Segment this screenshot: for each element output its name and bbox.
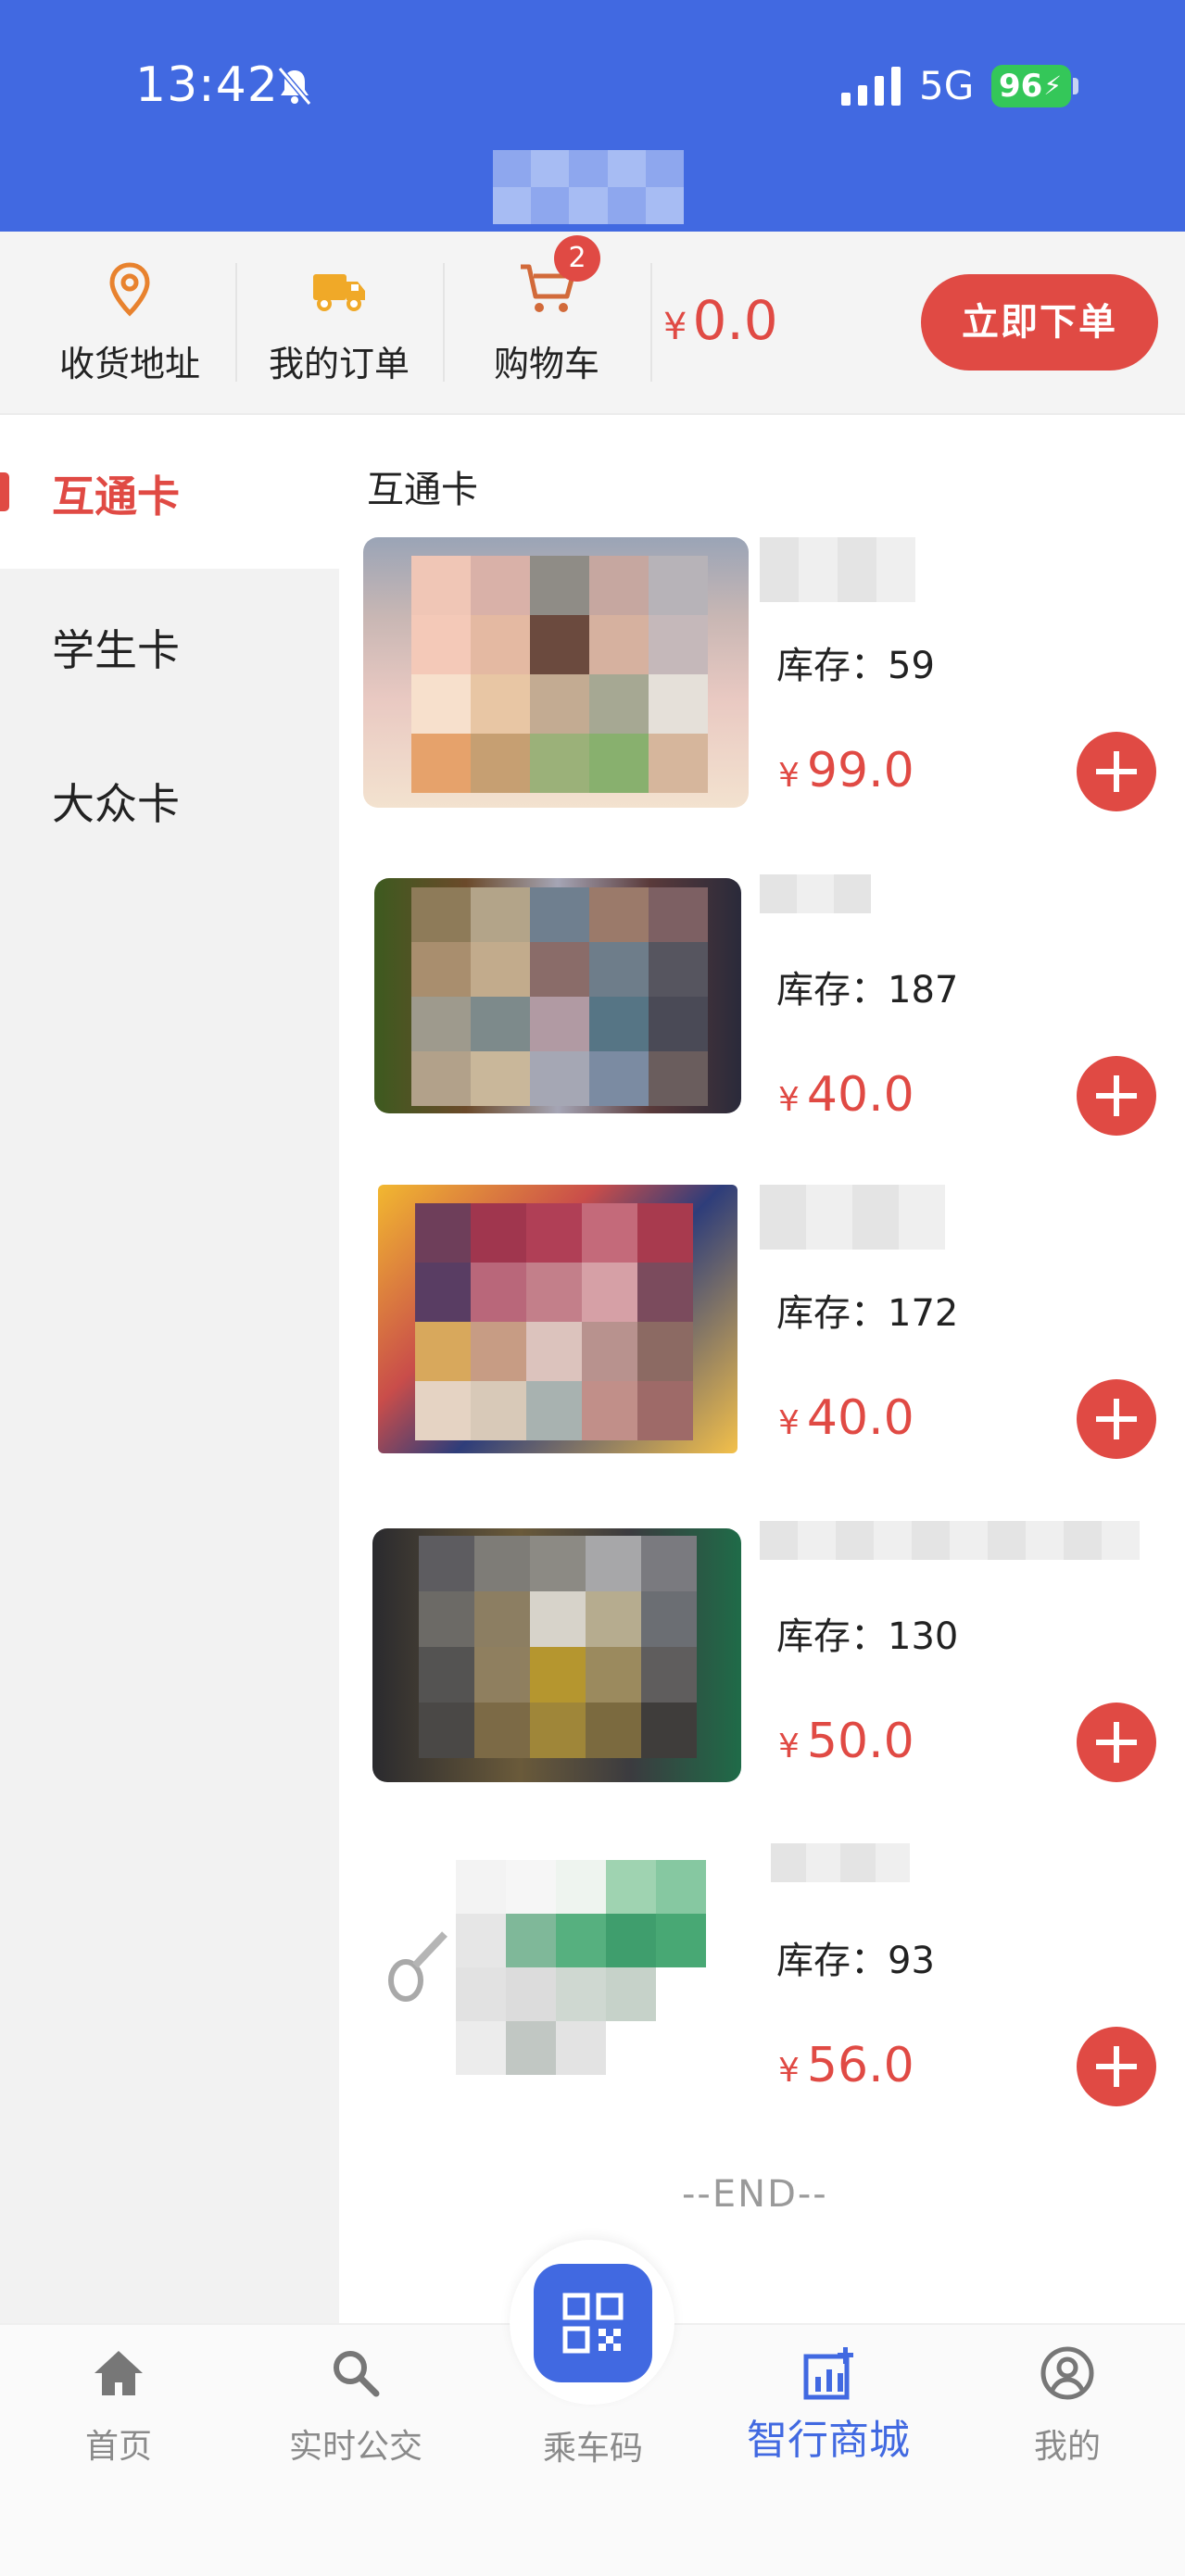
add-to-cart-button[interactable] — [1077, 1056, 1156, 1136]
product-name-blurred — [771, 1843, 910, 1882]
keychain-clasp-icon — [388, 1931, 448, 2002]
battery-level: 96 — [999, 68, 1043, 105]
product-image[interactable] — [372, 1528, 741, 1782]
orders-button[interactable]: 我的订单 — [246, 232, 432, 415]
address-label: 收货地址 — [58, 344, 200, 384]
product-stock: 库存：130 — [776, 1615, 959, 1658]
list-end-marker: --END-- — [682, 2173, 828, 2216]
orders-label: 我的订单 — [268, 344, 410, 384]
product-price: ¥50.0 — [778, 1714, 914, 1769]
bell-muted-icon — [277, 67, 312, 106]
page-title-blurred — [493, 150, 684, 224]
product-price: ¥99.0 — [778, 743, 914, 798]
product-name-blurred — [760, 1521, 1140, 1560]
network-type: 5G — [919, 63, 975, 108]
product-name-blurred — [760, 537, 915, 602]
product-price: ¥56.0 — [778, 2038, 914, 2093]
search-icon — [334, 2351, 380, 2397]
add-to-cart-button[interactable] — [1077, 732, 1156, 811]
section-title: 互通卡 — [367, 469, 478, 511]
nav-mall-label: 智行商城 — [747, 2417, 910, 2464]
product-image[interactable] — [378, 1185, 737, 1453]
active-indicator — [0, 472, 9, 511]
divider — [650, 263, 652, 382]
nav-home[interactable]: 首页 — [26, 2344, 211, 2468]
product-price: ¥40.0 — [778, 1067, 914, 1123]
ride-qr-button[interactable] — [534, 2264, 652, 2382]
mall-page: 13:42 5G 96 ⚡ 收货地址 我的订单 购物车 2 ¥ 0.0 立即下单… — [0, 0, 1185, 2576]
app-header: 13:42 5G 96 ⚡ — [0, 0, 1185, 232]
sidebar-item-hutong[interactable]: 互通卡 — [52, 463, 180, 524]
nav-me[interactable]: 我的 — [975, 2344, 1160, 2468]
sidebar-item-student[interactable]: 学生卡 — [52, 617, 180, 678]
nav-realtime-bus[interactable]: 实时公交 — [263, 2344, 448, 2468]
product-name-blurred — [760, 1185, 945, 1250]
product-image[interactable] — [363, 1832, 749, 2103]
cart-total: ¥0.0 — [663, 289, 778, 352]
divider — [443, 263, 445, 382]
product-price: ¥40.0 — [778, 1390, 914, 1446]
battery-indicator: 96 ⚡ — [991, 65, 1071, 107]
product-stock: 库存：187 — [776, 969, 959, 1012]
product-stock: 库存：172 — [776, 1292, 959, 1335]
charging-icon: ⚡ — [1043, 70, 1062, 101]
product-stock: 库存：59 — [776, 645, 935, 687]
add-to-cart-button[interactable] — [1077, 1379, 1156, 1459]
signal-icon — [841, 67, 901, 106]
battery-tip — [1073, 78, 1078, 94]
product-card: 库存：187 ¥40.0 — [363, 861, 1160, 1139]
nav-smart-mall[interactable]: 智行商城 — [736, 2344, 921, 2466]
nav-home-label: 首页 — [84, 2428, 152, 2466]
mall-chart-icon — [803, 2347, 853, 2400]
category-sidebar — [0, 415, 339, 2323]
place-order-button[interactable]: 立即下单 — [921, 274, 1158, 371]
qr-code-icon — [562, 2293, 624, 2354]
add-to-cart-button[interactable] — [1077, 1703, 1156, 1782]
sidebar-item-public[interactable]: 大众卡 — [52, 771, 180, 832]
cart-button[interactable]: 购物车 — [454, 232, 639, 415]
location-pin-icon — [109, 262, 150, 317]
product-image[interactable] — [363, 537, 749, 808]
divider — [235, 263, 237, 382]
product-card: 库存：130 ¥50.0 — [363, 1508, 1160, 1786]
product-name-blurred — [760, 874, 871, 913]
product-card: 库存：93 ¥56.0 — [363, 1832, 1160, 2110]
home-icon — [95, 2351, 143, 2395]
status-time: 13:42 — [135, 57, 279, 113]
product-stock: 库存：93 — [776, 1940, 935, 1982]
nav-bus-label: 实时公交 — [288, 2428, 422, 2466]
nav-qr-label: 乘车码 — [542, 2430, 643, 2468]
cart-label: 购物车 — [493, 344, 599, 384]
product-card: 库存：59 ¥99.0 — [363, 537, 1160, 815]
nav-me-label: 我的 — [1033, 2428, 1101, 2466]
add-to-cart-button[interactable] — [1077, 2027, 1156, 2106]
product-image[interactable] — [374, 878, 741, 1113]
user-icon — [1040, 2346, 1094, 2400]
cart-count-badge: 2 — [554, 235, 600, 282]
address-button[interactable]: 收货地址 — [37, 232, 222, 415]
product-card: 库存：172 ¥40.0 — [363, 1185, 1160, 1463]
truck-icon — [313, 274, 365, 311]
